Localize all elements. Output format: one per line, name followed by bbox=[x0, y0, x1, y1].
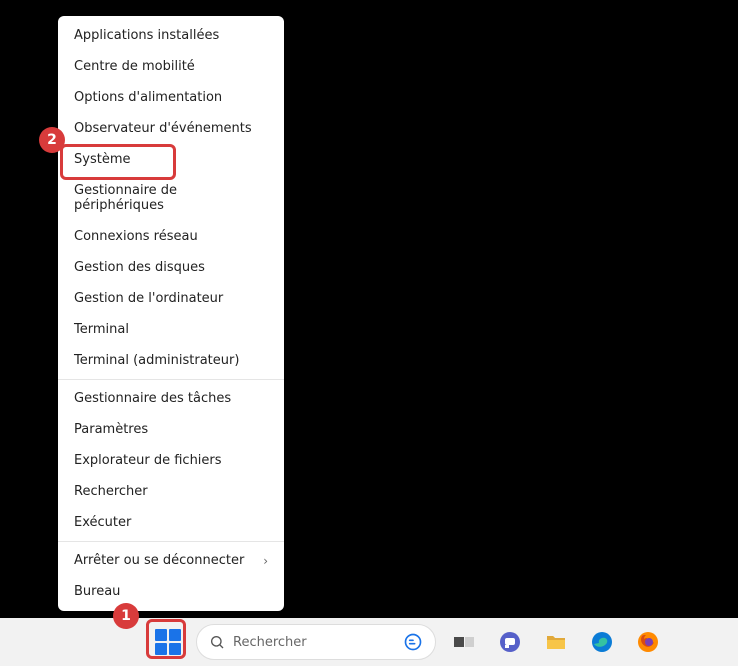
menu-item-label: Paramètres bbox=[74, 422, 148, 437]
menu-item-desktop[interactable]: Bureau bbox=[58, 576, 284, 607]
menu-item-device-manager[interactable]: Gestionnaire de périphériques bbox=[58, 175, 284, 221]
menu-item-label: Gestion de l'ordinateur bbox=[74, 291, 223, 306]
menu-item-label: Explorateur de fichiers bbox=[74, 453, 222, 468]
search-placeholder: Rechercher bbox=[233, 635, 307, 650]
annotation-badge-2: 2 bbox=[39, 127, 65, 153]
menu-item-label: Bureau bbox=[74, 584, 120, 599]
menu-item-label: Observateur d'événements bbox=[74, 121, 252, 136]
bing-chat-icon bbox=[403, 632, 423, 652]
menu-item-label: Options d'alimentation bbox=[74, 90, 222, 105]
menu-item-label: Gestionnaire des tâches bbox=[74, 391, 231, 406]
menu-item-task-manager[interactable]: Gestionnaire des tâches bbox=[58, 383, 284, 414]
menu-item-apps-installed[interactable]: Applications installées bbox=[58, 20, 284, 51]
menu-item-label: Applications installées bbox=[74, 28, 219, 43]
menu-item-label: Terminal (administrateur) bbox=[74, 353, 239, 368]
chat-icon bbox=[498, 630, 522, 654]
start-button[interactable] bbox=[150, 624, 186, 660]
taskbar-taskview[interactable] bbox=[446, 624, 482, 660]
menu-item-label: Gestion des disques bbox=[74, 260, 205, 275]
menu-separator bbox=[58, 541, 284, 542]
winx-context-menu: Applications installées Centre de mobili… bbox=[58, 16, 284, 611]
menu-item-settings[interactable]: Paramètres bbox=[58, 414, 284, 445]
menu-item-shutdown-signout[interactable]: Arrêter ou se déconnecter › bbox=[58, 545, 284, 576]
taskbar-search[interactable]: Rechercher bbox=[196, 624, 436, 660]
menu-item-terminal[interactable]: Terminal bbox=[58, 314, 284, 345]
menu-item-network-connections[interactable]: Connexions réseau bbox=[58, 221, 284, 252]
firefox-icon bbox=[636, 630, 660, 654]
windows-logo-icon bbox=[155, 629, 181, 655]
menu-separator bbox=[58, 379, 284, 380]
menu-item-event-viewer[interactable]: Observateur d'événements bbox=[58, 113, 284, 144]
menu-item-label: Système bbox=[74, 152, 130, 167]
menu-item-label: Gestionnaire de périphériques bbox=[74, 183, 268, 213]
menu-item-file-explorer[interactable]: Explorateur de fichiers bbox=[58, 445, 284, 476]
taskbar: Rechercher bbox=[0, 618, 738, 666]
annotation-badge-1: 1 bbox=[113, 603, 139, 629]
menu-item-label: Connexions réseau bbox=[74, 229, 198, 244]
menu-item-system[interactable]: Système bbox=[58, 144, 284, 175]
menu-item-terminal-admin[interactable]: Terminal (administrateur) bbox=[58, 345, 284, 376]
menu-item-computer-management[interactable]: Gestion de l'ordinateur bbox=[58, 283, 284, 314]
taskbar-firefox[interactable] bbox=[630, 624, 666, 660]
taskbar-file-explorer[interactable] bbox=[538, 624, 574, 660]
annotation-badge-label: 1 bbox=[121, 608, 131, 624]
taskbar-chat[interactable] bbox=[492, 624, 528, 660]
menu-item-label: Rechercher bbox=[74, 484, 148, 499]
chevron-right-icon: › bbox=[263, 554, 268, 568]
menu-item-search[interactable]: Rechercher bbox=[58, 476, 284, 507]
menu-item-label: Terminal bbox=[74, 322, 129, 337]
edge-icon bbox=[590, 630, 614, 654]
folder-icon bbox=[544, 630, 568, 654]
menu-item-mobility-center[interactable]: Centre de mobilité bbox=[58, 51, 284, 82]
annotation-badge-label: 2 bbox=[47, 132, 57, 148]
menu-item-label: Centre de mobilité bbox=[74, 59, 195, 74]
taskbar-edge[interactable] bbox=[584, 624, 620, 660]
taskview-icon bbox=[452, 630, 476, 654]
menu-item-label: Arrêter ou se déconnecter bbox=[74, 553, 244, 568]
menu-item-label: Exécuter bbox=[74, 515, 131, 530]
menu-item-power-options[interactable]: Options d'alimentation bbox=[58, 82, 284, 113]
menu-item-run[interactable]: Exécuter bbox=[58, 507, 284, 538]
search-icon bbox=[209, 634, 225, 650]
menu-item-disk-management[interactable]: Gestion des disques bbox=[58, 252, 284, 283]
